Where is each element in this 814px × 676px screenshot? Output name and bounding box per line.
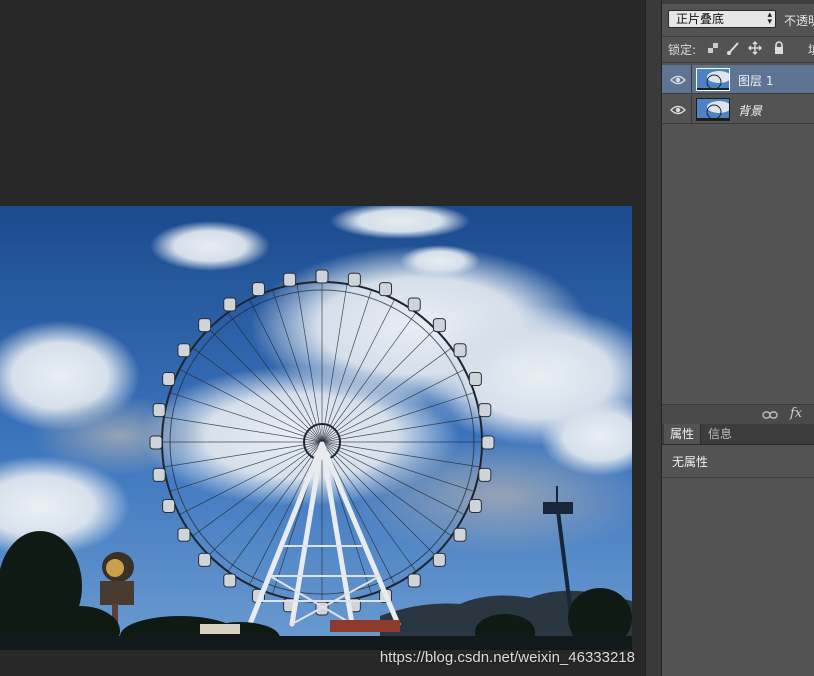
- fill-label: 填: [808, 41, 814, 58]
- link-layers-icon[interactable]: [762, 408, 778, 422]
- lock-position-icon[interactable]: [748, 41, 762, 55]
- canvas-area[interactable]: https://blog.csdn.net/weixin_46333218: [0, 0, 645, 676]
- visibility-toggle[interactable]: [662, 65, 692, 93]
- canvas-image[interactable]: [0, 206, 632, 650]
- no-properties-text: 无属性: [672, 455, 709, 469]
- panel-header-edge: [662, 0, 814, 4]
- layer-name[interactable]: 图层 1: [738, 72, 773, 89]
- layer-thumbnail: [696, 68, 730, 91]
- blend-row: 正片叠底 ▴▾ 不透明: [662, 6, 814, 34]
- layer-name[interactable]: 背景: [738, 102, 762, 119]
- layer-row-background[interactable]: 背景: [662, 95, 814, 124]
- select-arrows-icon: ▴ ▾: [767, 10, 772, 27]
- opacity-label: 不透明: [784, 14, 814, 28]
- layer-thumbnail: [696, 98, 730, 121]
- properties-tabs: 属性 信息: [662, 424, 814, 445]
- properties-body: 无属性: [662, 445, 814, 676]
- lock-transparent-icon[interactable]: [706, 41, 720, 55]
- tab-info[interactable]: 信息: [702, 424, 738, 444]
- lock-all-icon[interactable]: [772, 41, 786, 55]
- visibility-toggle[interactable]: [662, 95, 692, 123]
- layers-footer: fx: [662, 404, 814, 425]
- lock-row: 锁定: 填: [662, 36, 814, 61]
- blend-mode-select[interactable]: 正片叠底 ▴ ▾: [668, 10, 776, 28]
- divider: [662, 477, 814, 478]
- panel-splitter[interactable]: [645, 0, 662, 676]
- layers-list: 图层 1 背景: [662, 62, 814, 405]
- lock-label: 锁定:: [668, 43, 697, 57]
- layer-row-1[interactable]: 图层 1: [662, 65, 814, 94]
- ferris-wheel-photo: [0, 206, 632, 650]
- lock-paint-icon[interactable]: [726, 41, 740, 55]
- blend-mode-value: 正片叠底: [676, 12, 725, 26]
- eye-icon: [670, 105, 686, 115]
- right-panel: 正片叠底 ▴▾ 不透明 锁定:: [662, 0, 814, 676]
- watermark-text: https://blog.csdn.net/weixin_46333218: [379, 649, 635, 666]
- tab-properties[interactable]: 属性: [664, 424, 702, 444]
- eye-icon: [670, 75, 686, 85]
- fx-icon[interactable]: fx: [790, 406, 802, 421]
